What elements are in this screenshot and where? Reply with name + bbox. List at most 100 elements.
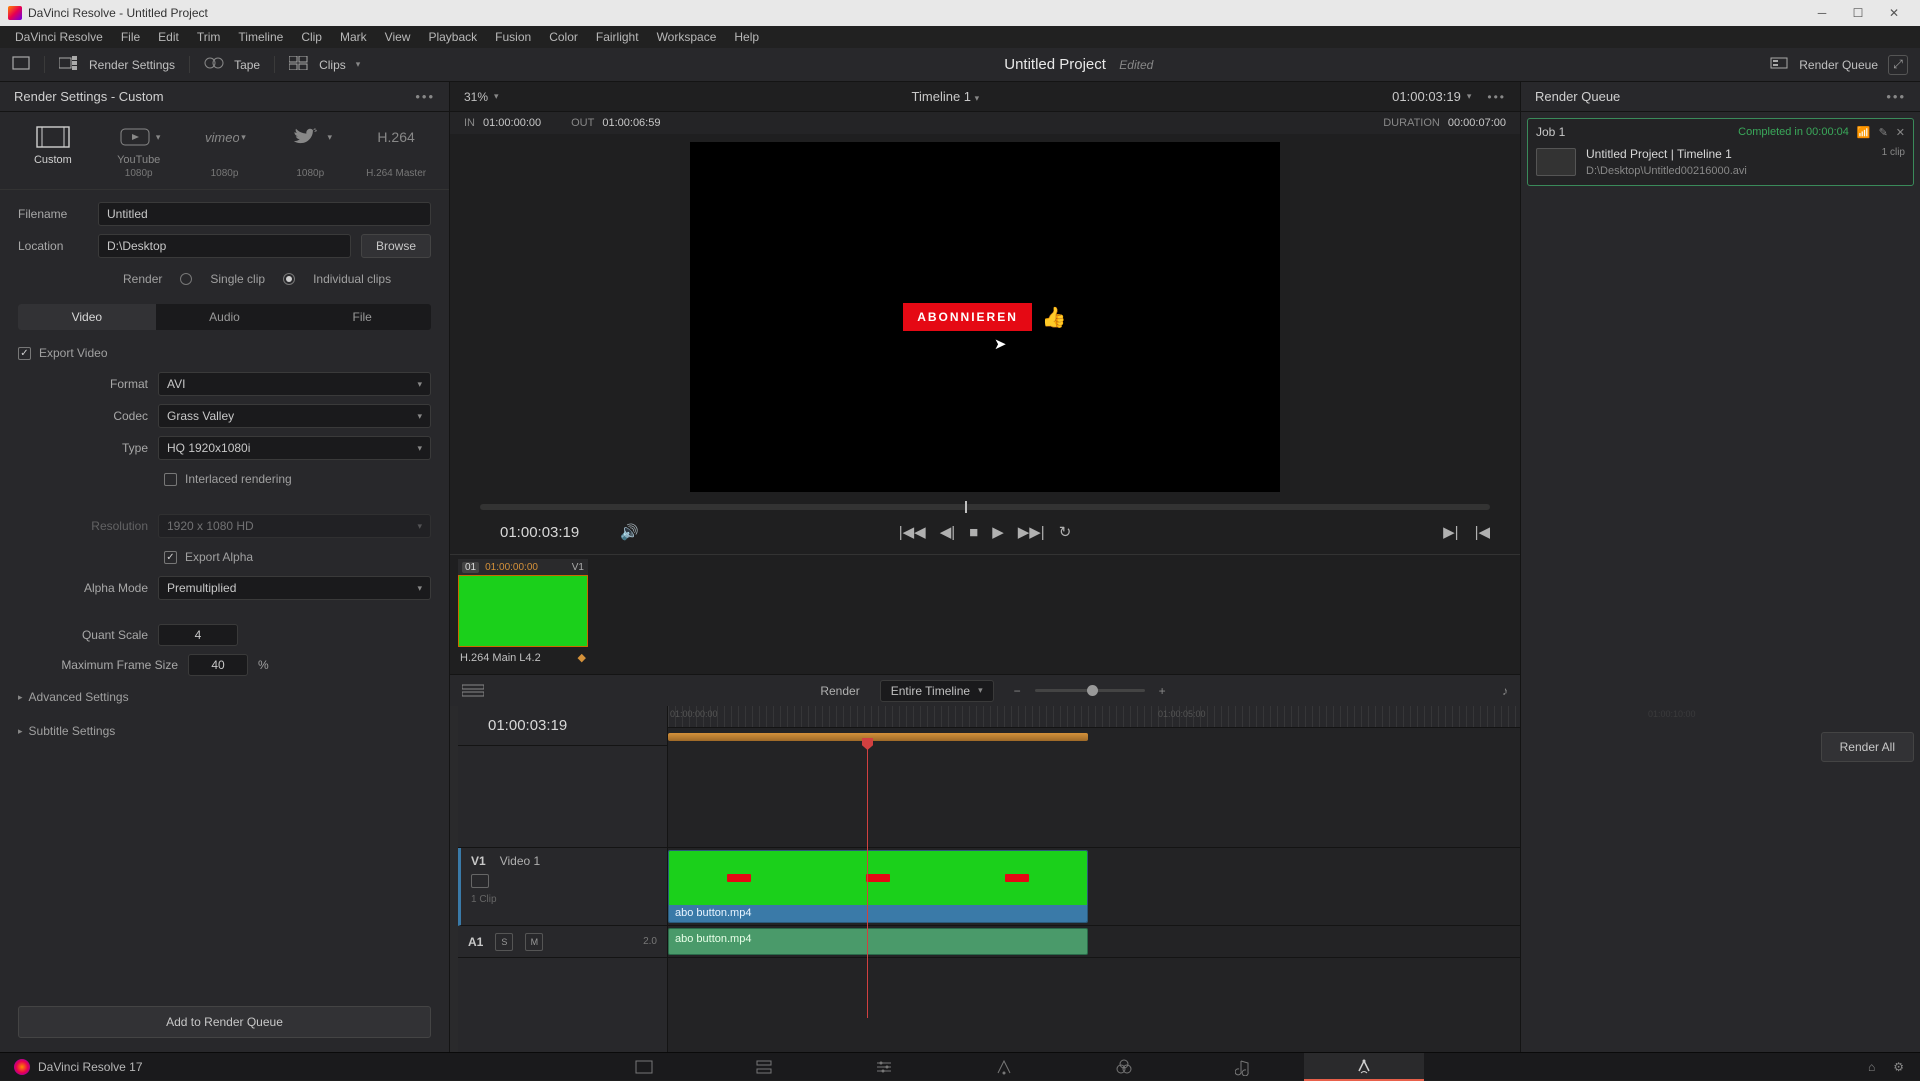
render-queue-icon[interactable] xyxy=(1769,56,1789,73)
render-range-select[interactable]: Entire Timeline▾ xyxy=(880,680,994,702)
render-settings-label[interactable]: Render Settings xyxy=(89,58,175,72)
menu-help[interactable]: Help xyxy=(725,27,768,47)
tab-audio[interactable]: Audio xyxy=(156,304,294,330)
zoom-slider[interactable] xyxy=(1035,689,1145,692)
window-minimize-button[interactable]: ─ xyxy=(1804,0,1840,26)
render-job-card[interactable]: Job 1 Completed in 00:00:04 📶 ✎ ✕ Untitl… xyxy=(1527,118,1914,186)
preset-custom[interactable]: Custom xyxy=(10,120,96,189)
loop-button[interactable]: ↻ xyxy=(1059,523,1072,541)
zoom-in-button[interactable]: + xyxy=(1159,684,1166,698)
radio-individual-clips[interactable] xyxy=(283,273,295,285)
filename-input[interactable] xyxy=(98,202,431,226)
expand-button[interactable]: ⤢ xyxy=(1888,55,1908,75)
zoom-slider-handle[interactable] xyxy=(1087,685,1098,696)
page-fairlight[interactable] xyxy=(1184,1053,1304,1081)
clip-card[interactable]: 01 01:00:00:00 V1 H.264 Main L4.2 ◆ xyxy=(458,559,588,670)
zoom-level[interactable]: 31% xyxy=(464,90,488,104)
quant-scale-input[interactable] xyxy=(158,624,238,646)
type-select[interactable]: HQ 1920x1080i▾ xyxy=(158,436,431,460)
page-edit[interactable] xyxy=(824,1053,944,1081)
solo-button[interactable]: S xyxy=(495,933,513,951)
menu-fusion[interactable]: Fusion xyxy=(486,27,540,47)
settings-icon[interactable]: ⚙ xyxy=(1893,1060,1904,1074)
timeline-ruler[interactable]: 01:00:00:00 01:00:05:00 01:00:10:00 xyxy=(668,706,1520,728)
individual-clips-label[interactable]: Individual clips xyxy=(313,272,391,286)
viewer-options-icon[interactable]: ••• xyxy=(1487,90,1506,104)
audio-track[interactable]: abo button.mp4 xyxy=(668,926,1520,958)
playhead-timecode[interactable]: 01:00:03:19 xyxy=(1392,89,1461,104)
single-clip-label[interactable]: Single clip xyxy=(210,272,265,286)
tc-chevron-icon[interactable]: ▾ xyxy=(1467,91,1472,102)
audio-clip[interactable]: abo button.mp4 xyxy=(668,928,1088,955)
render-queue-label[interactable]: Render Queue xyxy=(1799,58,1878,72)
page-media[interactable] xyxy=(584,1053,704,1081)
go-to-start-button[interactable]: |◀◀ xyxy=(899,523,926,541)
video-track-header[interactable]: V1 Video 1 1 Clip xyxy=(458,848,667,926)
radio-single-clip[interactable] xyxy=(180,273,192,285)
step-back-button[interactable]: ◀| xyxy=(940,523,955,541)
remote-render-icon[interactable]: 📶 xyxy=(1857,126,1871,139)
preset-youtube[interactable]: ▾ YouTube 1080p xyxy=(96,120,182,189)
video-track[interactable]: abo button.mp4 xyxy=(668,848,1520,926)
page-cut[interactable] xyxy=(704,1053,824,1081)
page-color[interactable] xyxy=(1064,1053,1184,1081)
clip-thumbnail[interactable] xyxy=(458,575,588,647)
timeline-name[interactable]: Timeline 1 xyxy=(912,89,971,104)
menu-color[interactable]: Color xyxy=(540,27,587,47)
audio-track-header[interactable]: A1 S M 2.0 xyxy=(458,926,667,958)
page-deliver[interactable] xyxy=(1304,1053,1424,1081)
render-range-indicator[interactable] xyxy=(668,733,1088,741)
preset-vimeo[interactable]: vimeo▾ . 1080p xyxy=(182,120,268,189)
edit-job-icon[interactable]: ✎ xyxy=(1879,126,1888,139)
interlaced-checkbox[interactable] xyxy=(164,473,177,486)
clips-chevron-icon[interactable]: ▾ xyxy=(356,59,361,70)
window-close-button[interactable]: ✕ xyxy=(1876,0,1912,26)
timeline-chevron-icon[interactable]: ▾ xyxy=(975,93,980,103)
timeline-view-icon[interactable] xyxy=(462,683,484,699)
tape-icon[interactable] xyxy=(204,56,224,73)
browse-button[interactable]: Browse xyxy=(361,234,431,258)
menu-mark[interactable]: Mark xyxy=(331,27,376,47)
track-enable-toggle[interactable] xyxy=(471,874,489,888)
export-video-checkbox[interactable] xyxy=(18,347,31,360)
advanced-settings-toggle[interactable]: ▸ Advanced Settings xyxy=(18,684,431,710)
window-maximize-button[interactable]: ☐ xyxy=(1840,0,1876,26)
menu-timeline[interactable]: Timeline xyxy=(229,27,292,47)
menu-fairlight[interactable]: Fairlight xyxy=(587,27,648,47)
alpha-mode-select[interactable]: Premultiplied▾ xyxy=(158,576,431,600)
next-edit-button[interactable]: ▶| xyxy=(1443,523,1458,541)
page-fusion[interactable] xyxy=(944,1053,1064,1081)
menu-trim[interactable]: Trim xyxy=(188,27,230,47)
fullscreen-icon[interactable] xyxy=(12,56,30,73)
location-input[interactable] xyxy=(98,234,351,258)
clips-icon[interactable] xyxy=(289,56,309,73)
render-settings-icon[interactable] xyxy=(59,56,79,73)
stop-button[interactable]: ■ xyxy=(969,524,978,541)
render-all-button[interactable]: Render All xyxy=(1821,732,1914,762)
video-viewer[interactable]: ABONNIEREN 👍 ➤ xyxy=(690,142,1280,492)
tape-label[interactable]: Tape xyxy=(234,58,260,72)
preset-twitter[interactable]: ▾ . 1080p xyxy=(267,120,353,189)
clips-label[interactable]: Clips xyxy=(319,58,346,72)
codec-select[interactable]: Grass Valley▾ xyxy=(158,404,431,428)
preset-h264[interactable]: H.264 . H.264 Master xyxy=(353,120,439,189)
volume-icon[interactable]: 🔊 xyxy=(620,523,639,541)
go-to-end-button[interactable]: ▶▶| xyxy=(1018,523,1045,541)
max-frame-size-input[interactable] xyxy=(188,654,248,676)
format-select[interactable]: AVI▾ xyxy=(158,372,431,396)
menu-file[interactable]: File xyxy=(112,27,149,47)
subtitle-settings-toggle[interactable]: ▸ Subtitle Settings xyxy=(18,718,431,744)
menu-view[interactable]: View xyxy=(376,27,420,47)
home-icon[interactable]: ⌂ xyxy=(1868,1060,1875,1074)
playhead[interactable] xyxy=(867,746,868,1018)
zoom-out-button[interactable]: − xyxy=(1014,684,1021,698)
mute-button[interactable]: M xyxy=(525,933,543,951)
video-clip[interactable]: abo button.mp4 xyxy=(668,850,1088,923)
menu-workspace[interactable]: Workspace xyxy=(648,27,726,47)
export-alpha-checkbox[interactable] xyxy=(164,551,177,564)
prev-edit-button[interactable]: |◀ xyxy=(1475,523,1490,541)
tab-file[interactable]: File xyxy=(293,304,431,330)
menu-davinci[interactable]: DaVinci Resolve xyxy=(6,27,112,47)
menu-playback[interactable]: Playback xyxy=(419,27,486,47)
panel-options-icon[interactable]: ••• xyxy=(1886,89,1906,104)
